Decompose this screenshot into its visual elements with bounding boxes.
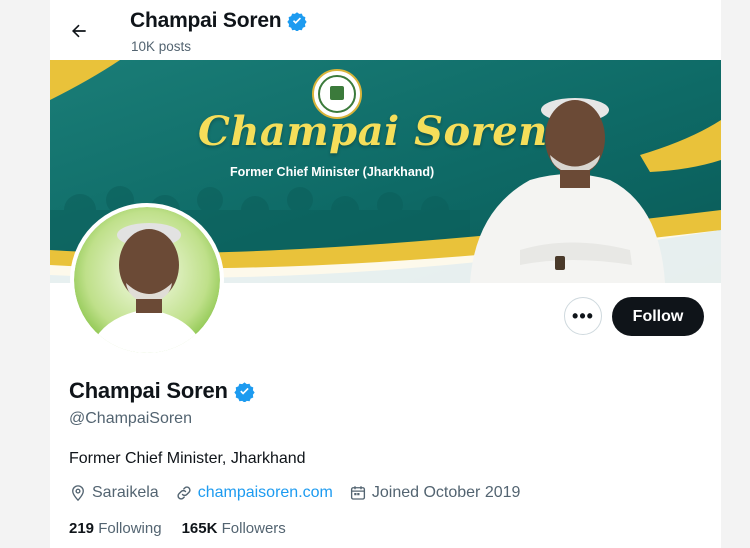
more-options-button[interactable]: ••• bbox=[564, 297, 602, 335]
website-item: champaisoren.com bbox=[175, 484, 333, 502]
header-title: Champai Soren bbox=[130, 9, 308, 33]
profile-name: Champai Soren bbox=[69, 378, 228, 403]
header-post-count: 10K posts bbox=[131, 39, 192, 54]
following-count: 219 bbox=[69, 520, 95, 537]
joined-item: Joined October 2019 bbox=[349, 484, 521, 502]
header-name: Champai Soren bbox=[130, 9, 282, 32]
avatar-photo bbox=[74, 207, 220, 353]
location-pin-icon bbox=[72, 485, 84, 502]
profile-stats: 219 Following 165K Followers bbox=[69, 520, 286, 537]
arrow-left-icon bbox=[72, 24, 86, 38]
follow-button[interactable]: Follow bbox=[612, 297, 704, 336]
back-button[interactable] bbox=[62, 14, 96, 48]
link-icon bbox=[177, 486, 191, 500]
banner-title: Champai Soren bbox=[198, 108, 548, 155]
profile-meta: Saraikela champaisoren.com Joined Octobe… bbox=[69, 484, 536, 502]
followers-label: Followers bbox=[221, 520, 286, 537]
website-link[interactable]: champaisoren.com bbox=[198, 484, 333, 502]
following-label: Following bbox=[98, 520, 162, 537]
profile-bio: Former Chief Minister, Jharkhand bbox=[69, 450, 306, 467]
followers-count: 165K bbox=[181, 520, 218, 537]
profile-handle: @ChampaiSoren bbox=[69, 410, 192, 427]
profile-avatar[interactable] bbox=[70, 203, 224, 357]
location-item: Saraikela bbox=[69, 484, 159, 502]
banner-subtitle: Former Chief Minister (Jharkhand) bbox=[230, 165, 435, 179]
following-link[interactable]: 219 Following bbox=[69, 520, 162, 537]
verified-badge-icon bbox=[287, 12, 308, 31]
verified-badge-icon[interactable] bbox=[234, 381, 255, 402]
profile-page: Champai Soren 10K posts Champai Soren Fo… bbox=[50, 0, 721, 548]
followers-link[interactable]: 165K Followers bbox=[182, 520, 286, 537]
calendar-icon bbox=[350, 486, 365, 500]
joined-text: Joined October 2019 bbox=[371, 484, 521, 501]
profile-name-row: Champai Soren bbox=[69, 378, 255, 404]
location-text: Saraikela bbox=[92, 484, 159, 501]
profile-header-bar: Champai Soren 10K posts bbox=[50, 0, 721, 60]
